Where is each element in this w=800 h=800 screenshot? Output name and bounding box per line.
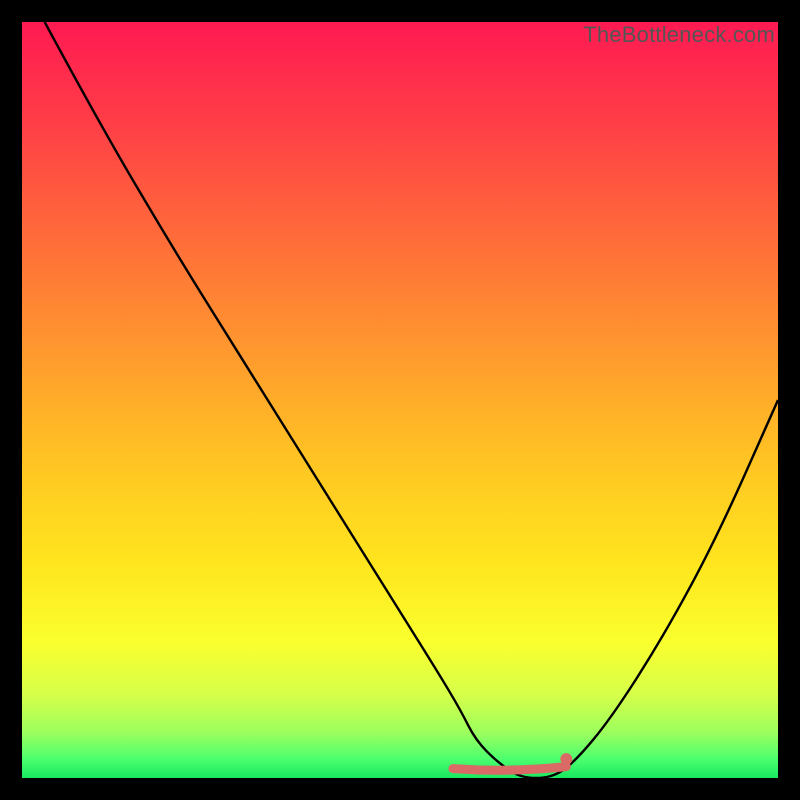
gradient-background bbox=[22, 22, 778, 778]
chart-svg bbox=[22, 22, 778, 778]
watermark-text: TheBottleneck.com bbox=[583, 22, 775, 48]
chart-frame: TheBottleneck.com bbox=[22, 22, 778, 778]
curve-marker-dot bbox=[560, 753, 572, 765]
flat-region-marker bbox=[453, 767, 566, 771]
